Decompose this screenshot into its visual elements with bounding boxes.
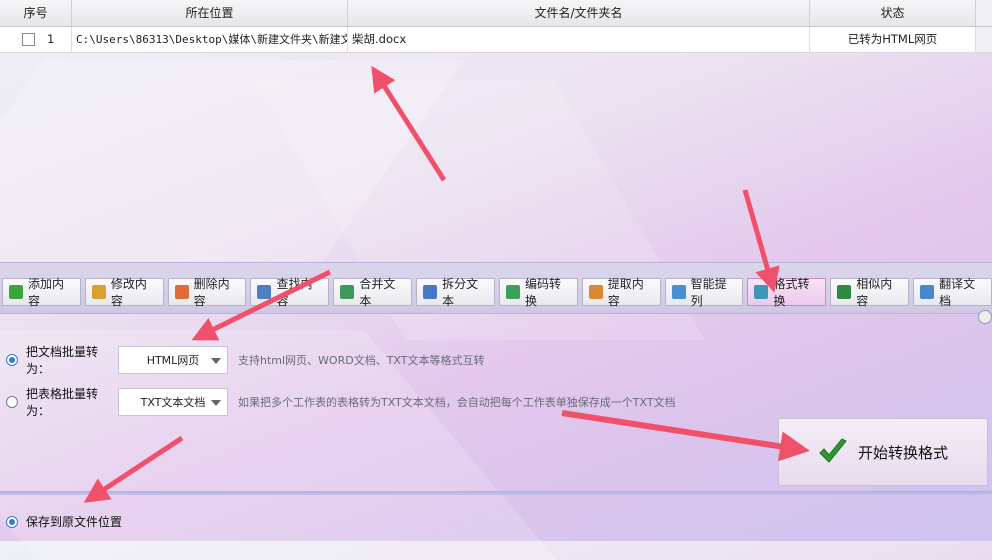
col-header-index[interactable]: 序号 bbox=[0, 0, 72, 26]
save-location-option: 保存到原文件位置 bbox=[6, 513, 122, 530]
sheet-format-select[interactable]: TXT文本文档 bbox=[118, 388, 228, 416]
add-icon bbox=[9, 285, 23, 299]
save-original-radio[interactable] bbox=[6, 515, 18, 528]
encode-icon bbox=[505, 285, 520, 299]
toolbar-button-find[interactable]: 查找内容 bbox=[250, 277, 330, 308]
toolbar-button-label: 合并文本 bbox=[359, 277, 396, 308]
delete-icon bbox=[174, 285, 189, 299]
toolbar-button-translate[interactable]: 翻译文档 bbox=[913, 277, 992, 308]
format-icon bbox=[754, 285, 769, 299]
sheet-format-value: TXT文本文档 bbox=[140, 396, 206, 409]
start-convert-label: 开始转换格式 bbox=[857, 443, 948, 462]
row-location: C:\Users\86313\Desktop\媒体\新建文件夹\新建文 bbox=[72, 27, 348, 52]
split-icon bbox=[423, 285, 438, 299]
toolbar-button-encode[interactable]: 编码转换 bbox=[498, 277, 578, 308]
start-convert-button[interactable]: 开始转换格式 bbox=[778, 418, 988, 486]
checkmark-icon bbox=[819, 438, 847, 463]
toolbar-button-label: 相似内容 bbox=[856, 277, 893, 308]
toolbar-button-similar[interactable]: 相似内容 bbox=[830, 277, 910, 308]
toolbar-button-label: 删除内容 bbox=[193, 277, 230, 308]
translate-icon bbox=[920, 285, 935, 299]
doc-format-select[interactable]: HTML网页 bbox=[118, 346, 228, 374]
similar-icon bbox=[837, 285, 852, 299]
row-index: 1 bbox=[47, 32, 55, 46]
toolbar-button-label: 添加内容 bbox=[28, 277, 65, 308]
toolbar-button-format[interactable]: 格式转换 bbox=[747, 277, 827, 308]
section-divider bbox=[0, 491, 992, 495]
smart-icon bbox=[671, 285, 686, 299]
toolbar-button-label: 翻译文档 bbox=[939, 277, 976, 308]
resize-handle-icon[interactable] bbox=[978, 310, 992, 324]
row-index-cell: 1 bbox=[0, 27, 72, 52]
doc-format-value: HTML网页 bbox=[146, 354, 200, 367]
scrollbar-corner bbox=[976, 0, 992, 26]
extract-icon bbox=[588, 285, 603, 299]
merge-icon bbox=[340, 285, 355, 299]
toolbar-button-label: 格式转换 bbox=[773, 277, 810, 308]
doc-convert-hint: 支持html网页、WORD文档、TXT文本等格式互转 bbox=[238, 354, 485, 367]
sheet-convert-option: 把表格批量转为： TXT文本文档 如果把多个工作表的表格转为TXT文本文档，会自… bbox=[6, 385, 676, 419]
annotation-arrow bbox=[371, 65, 447, 182]
doc-convert-label: 把文档批量转为： bbox=[26, 345, 99, 376]
find-icon bbox=[257, 285, 272, 299]
col-header-status[interactable]: 状态 bbox=[810, 0, 976, 26]
sheet-convert-hint: 如果把多个工作表的表格转为TXT文本文档，会自动把每个工作表单独保存成一个TXT… bbox=[238, 396, 676, 409]
function-toolbar: 添加内容 修改内容 删除内容 查找内容 合并文本 拆分文本 编码转换 提取内容 智能提列 格式转换… bbox=[2, 277, 992, 308]
toolbar-button-split[interactable]: 拆分文本 bbox=[416, 277, 495, 308]
row-checkbox[interactable] bbox=[22, 33, 35, 46]
toolbar-button-label: 提取内容 bbox=[607, 277, 644, 308]
sheet-convert-radio[interactable] bbox=[6, 396, 18, 408]
toolbar-button-label: 拆分文本 bbox=[442, 277, 479, 308]
col-header-filename[interactable]: 文件名/文件夹名 bbox=[348, 0, 810, 26]
table-header: 序号 所在位置 文件名/文件夹名 状态 bbox=[0, 0, 992, 27]
toolbar-button-extract[interactable]: 提取内容 bbox=[581, 277, 661, 308]
row-status: 已转为HTML网页 bbox=[810, 27, 976, 52]
toolbar-button-delete[interactable]: 删除内容 bbox=[167, 277, 247, 308]
col-header-location[interactable]: 所在位置 bbox=[72, 0, 348, 26]
row-filename: 柴胡.docx bbox=[348, 27, 810, 52]
toolbar-button-edit[interactable]: 修改内容 bbox=[84, 277, 164, 308]
toolbar-button-label: 智能提列 bbox=[690, 277, 727, 308]
toolbar-button-label: 修改内容 bbox=[110, 277, 147, 308]
toolbar-button-smart[interactable]: 智能提列 bbox=[664, 277, 744, 308]
toolbar-button-add[interactable]: 添加内容 bbox=[2, 277, 81, 308]
doc-convert-radio[interactable] bbox=[6, 354, 18, 366]
toolbar-button-merge[interactable]: 合并文本 bbox=[333, 277, 413, 308]
toolbar-button-label: 编码转换 bbox=[524, 277, 561, 308]
vertical-scrollbar[interactable] bbox=[976, 27, 992, 52]
chevron-down-icon bbox=[211, 400, 221, 406]
edit-icon bbox=[91, 285, 106, 299]
sheet-convert-label: 把表格批量转为： bbox=[26, 387, 99, 418]
doc-convert-option: 把文档批量转为： HTML网页 支持html网页、WORD文档、TXT文本等格式… bbox=[6, 343, 484, 377]
save-original-label: 保存到原文件位置 bbox=[26, 515, 123, 529]
table-row[interactable]: 1 C:\Users\86313\Desktop\媒体\新建文件夹\新建文 柴胡… bbox=[0, 27, 992, 53]
toolbar-button-label: 查找内容 bbox=[276, 277, 313, 308]
chevron-down-icon bbox=[211, 358, 221, 364]
